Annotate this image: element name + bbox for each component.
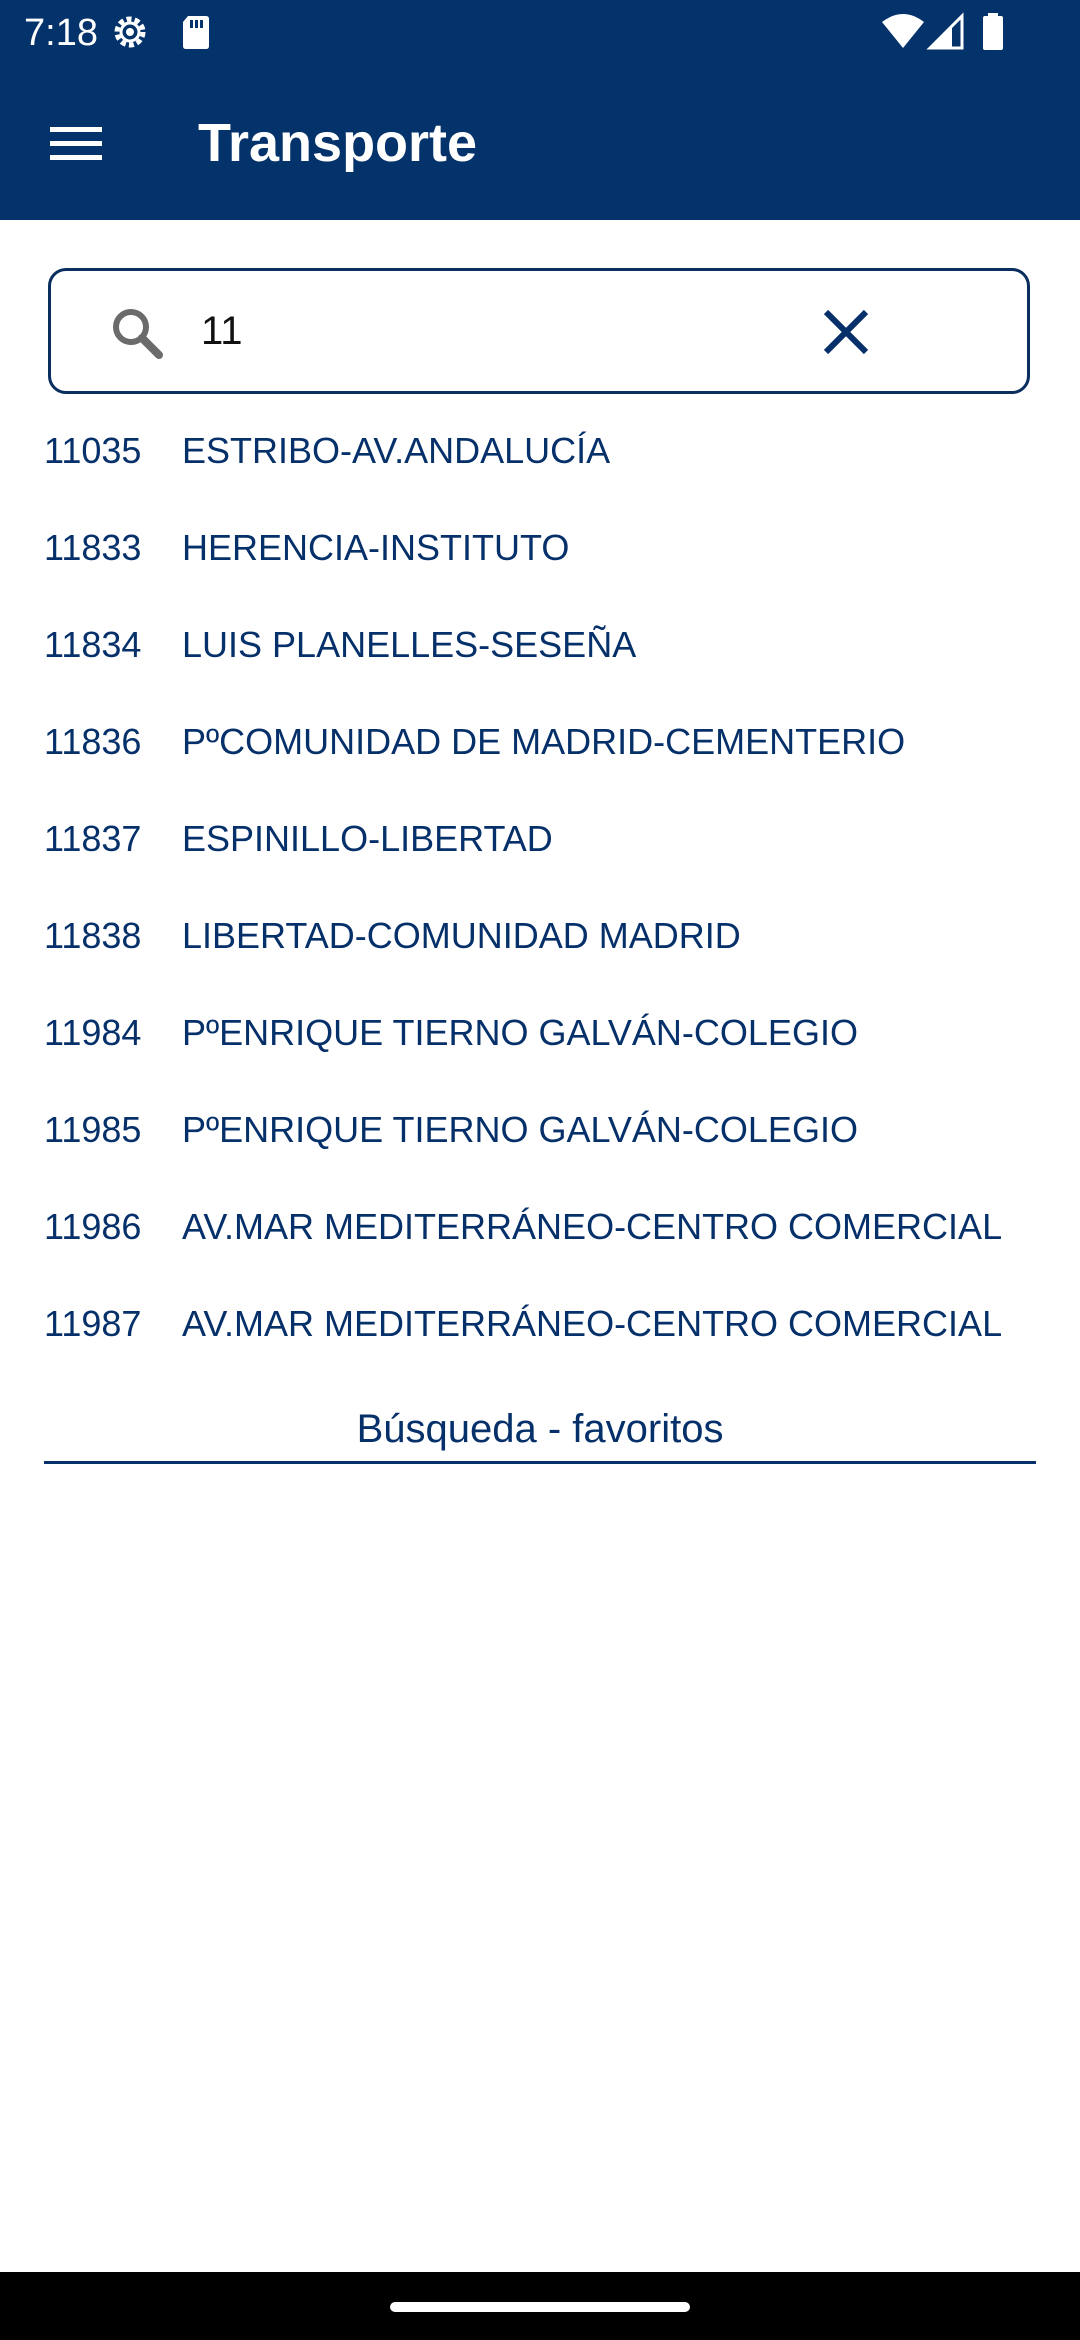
- list-item[interactable]: 11833 HERENCIA-INSTITUTO: [44, 499, 1044, 596]
- list-item[interactable]: 11837 ESPINILLO-LIBERTAD: [44, 790, 1044, 887]
- close-icon: [823, 309, 869, 355]
- tab-search-favorites[interactable]: Búsqueda - favoritos: [44, 1398, 1036, 1464]
- stop-name: AV.MAR MEDITERRÁNEO-CENTRO COMERCIAL: [182, 1205, 1003, 1247]
- stop-code: 11836: [44, 720, 142, 762]
- list-item[interactable]: 11987 AV.MAR MEDITERRÁNEO-CENTRO COMERCI…: [44, 1275, 1044, 1372]
- home-handle[interactable]: [390, 2302, 690, 2312]
- sd-card-icon: [176, 12, 216, 52]
- stop-code: 11837: [44, 817, 142, 859]
- stop-code: 11833: [44, 526, 142, 568]
- stop-name: PºENRIQUE TIERNO GALVÁN-COLEGIO: [182, 1108, 858, 1150]
- status-time: 7:18: [24, 12, 98, 54]
- stop-name: PºCOMUNIDAD DE MADRID-CEMENTERIO: [182, 720, 906, 762]
- search-input[interactable]: [201, 295, 801, 367]
- list-item[interactable]: 11834 LUIS PLANELLES-SESEÑA: [44, 596, 1044, 693]
- stop-code: 11984: [44, 1011, 142, 1053]
- stop-name: LIBERTAD-COMUNIDAD MADRID: [182, 914, 741, 956]
- menu-button[interactable]: [36, 110, 116, 176]
- stop-name: ESPINILLO-LIBERTAD: [182, 817, 553, 859]
- stop-name: HERENCIA-INSTITUTO: [182, 526, 570, 568]
- search-icon[interactable]: [107, 303, 167, 363]
- list-item[interactable]: 11035 ESTRIBO-AV.ANDALUCÍA: [44, 402, 1044, 499]
- settings-icon: [110, 12, 150, 52]
- battery-icon: [980, 12, 1006, 52]
- stop-name: LUIS PLANELLES-SESEÑA: [182, 623, 637, 665]
- stop-code: 11986: [44, 1205, 142, 1247]
- list-item[interactable]: 11986 AV.MAR MEDITERRÁNEO-CENTRO COMERCI…: [44, 1178, 1044, 1275]
- list-item[interactable]: 11836 PºCOMUNIDAD DE MADRID-CEMENTERIO: [44, 693, 1044, 790]
- list-item[interactable]: 11985 PºENRIQUE TIERNO GALVÁN-COLEGIO: [44, 1081, 1044, 1178]
- status-bar: 7:18: [0, 0, 1080, 66]
- stop-code: 11834: [44, 623, 142, 665]
- clear-search-button[interactable]: [813, 299, 879, 365]
- list-item[interactable]: 11838 LIBERTAD-COMUNIDAD MADRID: [44, 887, 1044, 984]
- stop-name: PºENRIQUE TIERNO GALVÁN-COLEGIO: [182, 1011, 858, 1053]
- signal-icon: [926, 12, 966, 52]
- stop-name: ESTRIBO-AV.ANDALUCÍA: [182, 429, 611, 471]
- app-bar: Transporte: [0, 66, 1080, 220]
- list-item[interactable]: 11984 PºENRIQUE TIERNO GALVÁN-COLEGIO: [44, 984, 1044, 1081]
- stop-name: AV.MAR MEDITERRÁNEO-CENTRO COMERCIAL: [182, 1302, 1003, 1344]
- navigation-bar: [0, 2272, 1080, 2340]
- wifi-icon: [880, 12, 926, 52]
- stop-code: 11985: [44, 1108, 142, 1150]
- stop-code: 11035: [44, 429, 142, 471]
- stop-code: 11838: [44, 914, 142, 956]
- stop-code: 11987: [44, 1302, 142, 1344]
- page-title: Transporte: [198, 113, 478, 173]
- search-box[interactable]: [48, 268, 1030, 394]
- results-list: 11035 ESTRIBO-AV.ANDALUCÍA 11833 HERENCI…: [44, 402, 1044, 1372]
- hamburger-menu-icon: [50, 127, 102, 160]
